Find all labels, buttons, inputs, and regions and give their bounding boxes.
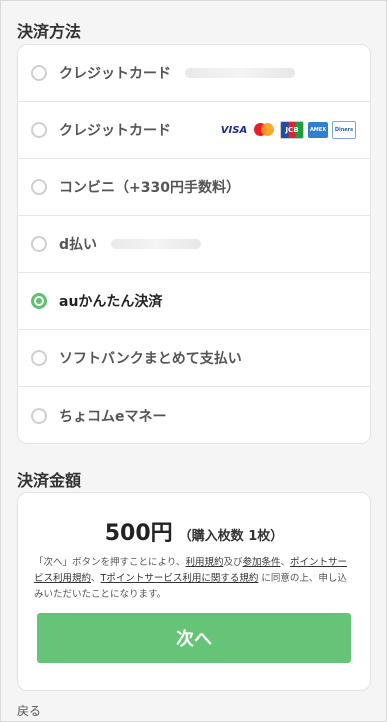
option-softbank[interactable]: ソフトバンクまとめて支払い	[18, 330, 370, 387]
radio-button-selected[interactable]	[31, 293, 47, 309]
terms-text: 「次へ」ボタンを押すことにより、	[34, 557, 186, 568]
option-au-kantan[interactable]: auかんたん決済	[18, 273, 370, 330]
radio-button[interactable]	[31, 350, 47, 366]
amex-logo-icon: AMEX	[308, 122, 328, 138]
radio-button[interactable]	[31, 122, 47, 138]
diners-logo-icon: Diners	[332, 121, 356, 139]
price-value: 500円	[104, 521, 173, 546]
mastercard-logo-icon	[252, 122, 276, 138]
terms-text: 、	[91, 573, 101, 584]
price-line: 500円 （購入枚数 1枚）	[18, 515, 370, 547]
option-label: d払い	[59, 237, 98, 253]
radio-button[interactable]	[31, 407, 47, 424]
terms-text: 、	[280, 557, 290, 568]
back-link[interactable]: 戻る	[17, 702, 41, 719]
payment-amount-title: 決済金額	[17, 471, 82, 490]
option-credit-card-1[interactable]: クレジットカード	[18, 45, 370, 102]
option-d-barai[interactable]: d払い	[18, 216, 370, 273]
option-credit-card-2[interactable]: クレジットカード VISA JCB AMEX Diners	[18, 102, 370, 159]
option-label: ソフトバンクまとめて支払い	[59, 351, 242, 367]
option-label: コンビニ（+330円手数料）	[59, 180, 240, 196]
option-convenience-store[interactable]: コンビニ（+330円手数料）	[18, 159, 370, 216]
next-button[interactable]: 次へ	[37, 613, 351, 663]
option-label: auかんたん決済	[59, 294, 163, 310]
option-label: クレジットカード	[59, 66, 171, 82]
radio-button[interactable]	[31, 65, 47, 81]
visa-logo-icon: VISA	[220, 124, 248, 136]
terms-notice: 「次へ」ボタンを押すことにより、利用規約及び参加条件、ポイントサービス利用規約、…	[34, 555, 356, 603]
blurred-info	[111, 239, 202, 249]
radio-button[interactable]	[31, 179, 47, 195]
option-chocom[interactable]: ちょコムeマネー	[18, 387, 370, 444]
payment-method-card: クレジットカード クレジットカード VISA JCB AMEX Diners コ…	[17, 44, 371, 444]
terms-of-use-link[interactable]: 利用規約	[185, 557, 223, 568]
payment-amount-card: 500円 （購入枚数 1枚） 「次へ」ボタンを押すことにより、利用規約及び参加条件…	[17, 492, 371, 691]
participation-conditions-link[interactable]: 参加条件	[242, 557, 280, 568]
option-label: クレジットカード	[59, 123, 171, 139]
card-logos: VISA JCB AMEX Diners	[220, 121, 356, 139]
radio-button[interactable]	[31, 236, 47, 252]
t-point-terms-link[interactable]: Tポイントサービス利用に関する規約	[101, 573, 259, 584]
terms-text: 及び	[223, 557, 243, 568]
page-frame: 決済方法 クレジットカード クレジットカード VISA JCB AMEX Din…	[0, 0, 387, 722]
payment-method-title: 決済方法	[17, 22, 82, 41]
option-label: ちょコムeマネー	[59, 408, 167, 425]
purchase-quantity: （購入枚数 1枚）	[178, 529, 284, 544]
jcb-logo-icon: JCB	[280, 121, 304, 139]
blurred-card-info	[185, 68, 295, 78]
